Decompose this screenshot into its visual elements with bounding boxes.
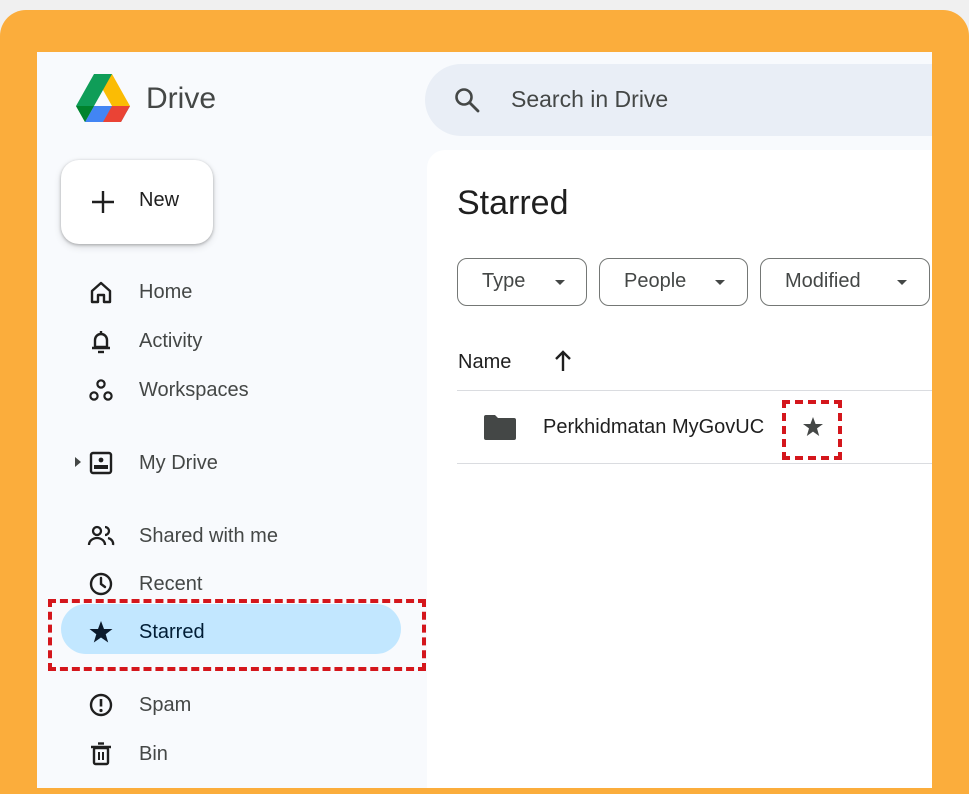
sidebar-item-spam[interactable]: Spam [37,683,427,727]
sidebar-item-activity[interactable]: Activity [37,319,427,363]
sidebar-item-label: Bin [139,743,168,765]
expand-caret-icon[interactable] [75,457,81,467]
drive-logo-icon [76,74,130,122]
sidebar-item-bin[interactable]: Bin [37,732,427,776]
people-icon [87,525,115,546]
sidebar-item-label: Workspaces [139,379,249,401]
new-button[interactable]: New [61,160,213,244]
file-name: Perkhidmatan MyGovUC [543,416,765,438]
clock-icon [89,572,113,596]
highlight-box-star [782,400,842,460]
sidebar-item-workspaces[interactable]: Workspaces [37,368,427,412]
filter-chip-label: Modified [785,270,861,292]
column-header-name[interactable]: Name [458,351,511,374]
dropdown-arrow-icon [555,280,565,285]
filter-chip-label: Type [482,270,526,292]
sidebar-item-my-drive[interactable]: My Drive [37,441,427,485]
filter-chip-modified[interactable]: Modified [760,258,930,306]
screenshot-frame: Drive Search in Drive New Home Activity … [0,10,969,794]
sidebar-item-label: Home [139,281,193,303]
sidebar-item-label: Activity [139,330,203,352]
dropdown-arrow-icon [897,280,907,285]
sort-ascending-icon[interactable] [551,348,575,374]
search-input[interactable]: Search in Drive [511,86,668,113]
search-icon [455,88,480,113]
search-bar[interactable]: Search in Drive [425,64,932,136]
filter-chip-people[interactable]: People [599,258,748,306]
home-icon [90,281,112,304]
spam-icon [89,693,113,717]
workspaces-icon [89,379,113,401]
highlight-box-starred [48,599,426,671]
table-divider [457,463,932,464]
plus-icon [92,191,114,213]
folder-icon [484,415,516,440]
sidebar-item-label: Spam [139,694,192,716]
sidebar-item-label: Recent [139,573,203,595]
filter-chip-type[interactable]: Type [457,258,587,306]
filter-chip-label: People [624,270,687,292]
my-drive-icon [89,451,113,475]
bell-icon [92,331,110,354]
page-title: Starred [457,184,569,222]
table-row[interactable]: Perkhidmatan MyGovUC [457,391,932,463]
main-panel: Starred Type People Modified Name Perkhi… [427,150,932,788]
dropdown-arrow-icon [715,280,725,285]
new-button-label: New [139,189,180,211]
sidebar-item-shared-with-me[interactable]: Shared with me [37,514,427,558]
sidebar-item-home[interactable]: Home [37,270,427,314]
drive-app: Drive Search in Drive New Home Activity … [37,52,932,788]
brand-name: Drive [146,82,217,115]
sidebar-item-label: Shared with me [139,525,278,547]
trash-icon [91,742,111,766]
sidebar-item-label: My Drive [139,452,218,474]
